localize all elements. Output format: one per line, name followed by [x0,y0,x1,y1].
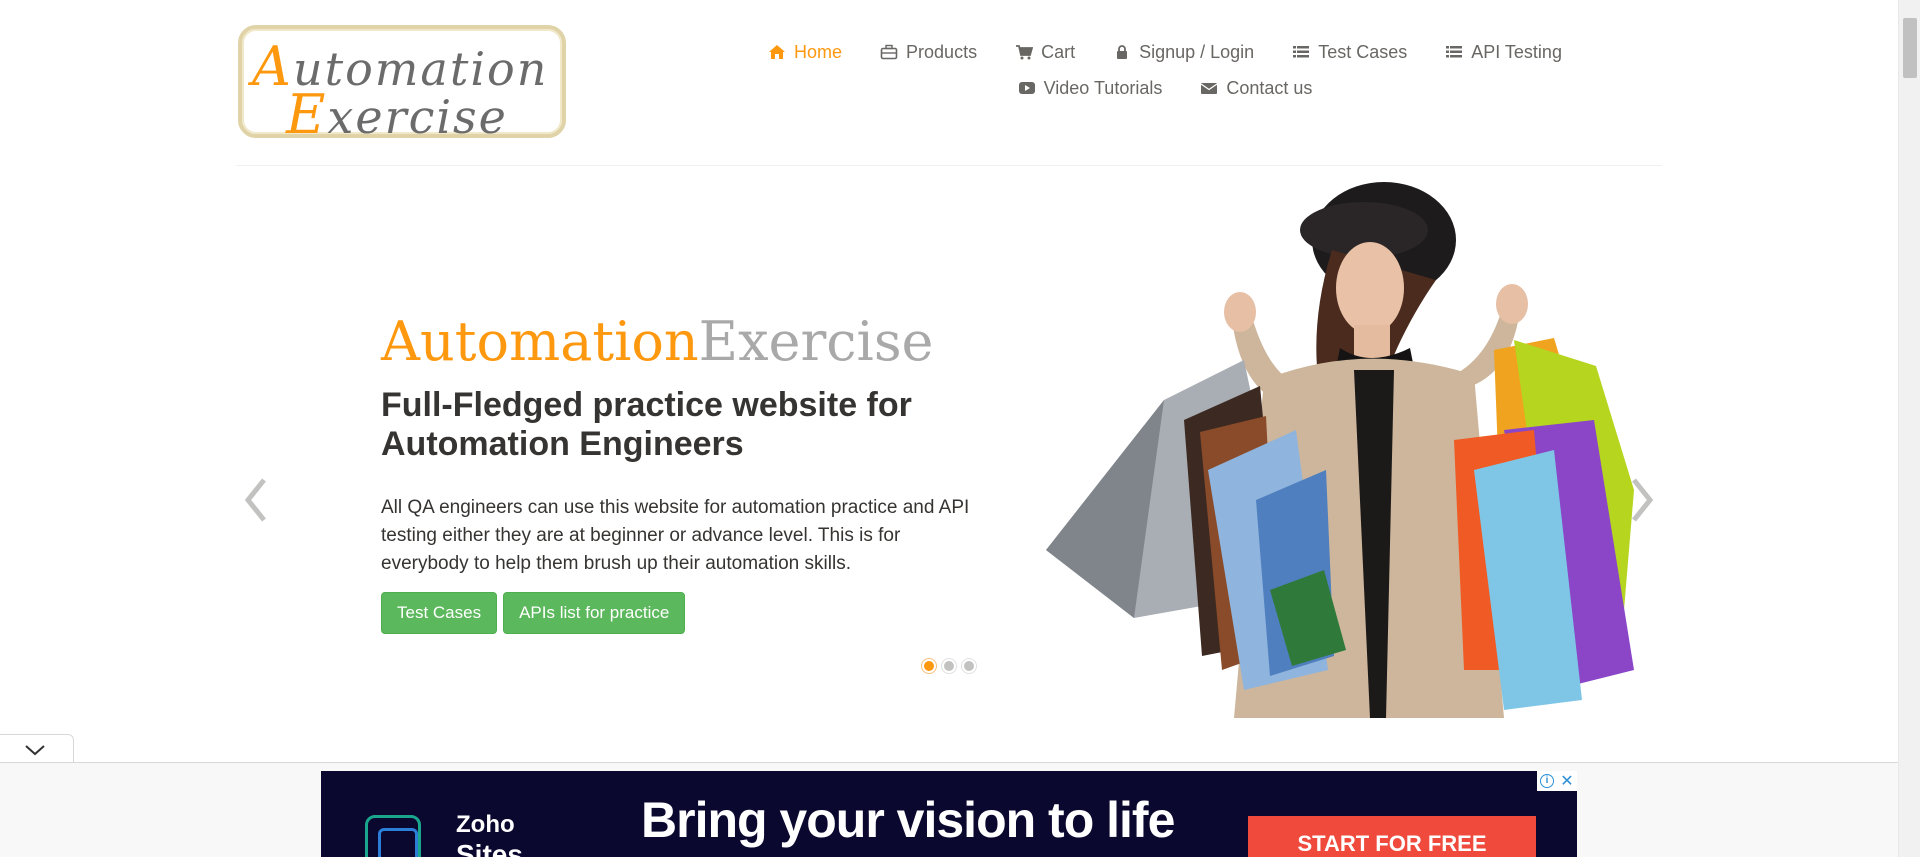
nav-api-testing-label: API Testing [1471,41,1562,62]
carousel-indicators [922,659,976,673]
nav-test-cases[interactable]: Test Cases [1292,42,1407,63]
nav-products[interactable]: Products [880,42,977,63]
nav-signup-login-label: Signup / Login [1139,41,1255,62]
nav-cart-label: Cart [1041,41,1076,62]
info-icon: i [1540,774,1554,788]
page: Automation Exercise Home Products Cart S… [0,0,1920,857]
list-icon [1445,44,1463,60]
youtube-icon [1018,80,1036,96]
chevron-left-icon [244,478,266,522]
slide-description: All QA engineers can use this website fo… [381,497,970,574]
briefcase-icon [880,44,898,60]
logo-line-2: Exercise [286,83,508,146]
ad-brand-line-2: Sites [456,839,523,857]
cart-icon [1015,44,1034,60]
vertical-scrollbar[interactable] [1898,0,1920,857]
slide-brand-title: AutomationExercise [381,310,934,373]
nav-api-testing[interactable]: API Testing [1445,42,1562,63]
nav-video-tutorials-label: Video Tutorials [1043,77,1163,98]
ad-close-button[interactable]: ✕ [1557,771,1577,791]
close-icon: ✕ [1560,773,1574,790]
nav-home-label: Home [794,41,843,62]
home-icon [768,44,786,60]
ad-start-for-free-button[interactable]: START FOR FREE [1248,816,1536,857]
carousel-dot-3[interactable] [962,659,976,673]
advertisement-banner[interactable]: Zoho Sites Bring your vision to life STA… [321,771,1577,857]
header-divider [236,165,1662,166]
apis-list-button[interactable]: APIs list for practice [503,592,686,634]
nav-video-tutorials[interactable]: Video Tutorials [1018,77,1163,99]
ad-headline: Bring your vision to life [641,792,1175,848]
slide-headline: Full-Fledged practice website for Automa… [381,386,912,463]
carousel-dot-2[interactable] [942,659,956,673]
carousel-dot-1[interactable] [922,659,936,673]
hero-carousel: AutomationExercise Full-Fledged practice… [236,170,1662,720]
slide-content: AutomationExercise Full-Fledged practice… [381,310,981,634]
nav-products-label: Products [906,41,978,62]
header: Automation Exercise Home Products Cart S… [0,0,1898,166]
nav-signup-login[interactable]: Signup / Login [1113,42,1254,63]
lock-icon [1113,44,1131,60]
ad-brand-line-1: Zoho [456,811,515,838]
nav-contact-us[interactable]: Contact us [1200,78,1312,99]
list-icon [1292,44,1310,60]
main-nav: Home Products Cart Signup / Login Test C… [725,34,1605,106]
carousel-next-button[interactable] [1622,470,1662,530]
zoho-sites-logo-icon [365,815,421,857]
ad-controls: i ✕ [1537,771,1577,791]
envelope-icon [1200,80,1218,96]
nav-test-cases-label: Test Cases [1318,41,1408,62]
site-logo[interactable]: Automation Exercise [238,25,566,146]
hero-image-woman-with-shopping-bags [1034,170,1634,718]
ad-collapse-toggle[interactable] [0,734,74,764]
nav-contact-us-label: Contact us [1226,77,1313,98]
test-cases-button[interactable]: Test Cases [381,592,498,634]
nav-home[interactable]: Home [768,42,842,63]
carousel-prev-button[interactable] [236,470,276,530]
scrollbar-thumb[interactable] [1903,18,1917,78]
ad-info-button[interactable]: i [1537,771,1557,791]
nav-cart[interactable]: Cart [1015,42,1075,63]
chevron-down-icon [25,745,45,756]
chevron-right-icon [1632,478,1654,522]
